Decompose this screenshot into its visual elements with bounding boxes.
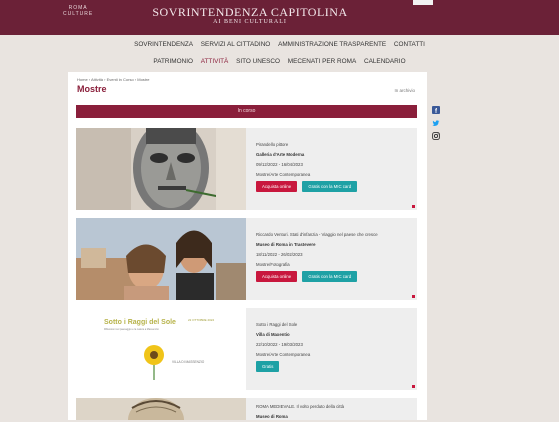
- exhibition-dates: 09/12/2022 - 16/04/2023: [256, 162, 303, 167]
- exhibition-image-venturi[interactable]: [76, 218, 246, 300]
- exhibition-image-medievale[interactable]: [76, 398, 246, 420]
- primary-nav: SOVRINTENDENZA SERVIZI AL CITTADINO AMMI…: [0, 38, 559, 52]
- nav-contatti[interactable]: CONTATTI: [394, 41, 425, 48]
- nav-attivita[interactable]: ATTIVITÀ: [201, 58, 229, 65]
- poster-title: Sotto i Raggi del Sole: [104, 319, 176, 326]
- buy-online-button[interactable]: Acquista online: [256, 271, 298, 282]
- page-title: Mostre: [77, 84, 107, 94]
- nav-patrimonio[interactable]: PATRIMONIO: [153, 58, 193, 65]
- poster-date: 22 OTTOBRE 2022: [188, 318, 214, 322]
- facebook-icon[interactable]: [432, 106, 440, 114]
- exhibition-card[interactable]: ROMA MEDIEVALE. Il volto perduto della c…: [76, 398, 417, 420]
- secondary-nav: PATRIMONIO ATTIVITÀ SITO UNESCO MECENATI…: [0, 55, 559, 69]
- roma-culture-logo[interactable]: ROMA CULTURE: [63, 5, 93, 17]
- logo-line2: CULTURE: [63, 11, 94, 17]
- nav-mecenati[interactable]: MECENATI PER ROMA: [288, 58, 356, 65]
- breadcrumb[interactable]: Home › Attività › Eventi in Corso › Most…: [77, 77, 149, 82]
- instagram-icon[interactable]: [432, 132, 440, 140]
- nav-amministrazione[interactable]: AMMINISTRAZIONE TRASPARENTE: [278, 41, 386, 48]
- nav-sito-unesco[interactable]: SITO UNESCO: [236, 58, 280, 65]
- exhibition-image-pirandello[interactable]: [76, 128, 246, 210]
- archive-link[interactable]: In archivio: [394, 88, 415, 93]
- exhibition-venue[interactable]: Museo di Roma: [256, 412, 344, 422]
- exhibition-info: Pirandello pittore Galleria d'Arte Moder…: [256, 140, 361, 192]
- site-title-line1: SOVRINTENDENZA CAPITOLINA: [152, 5, 348, 19]
- section-in-corso: In corso: [76, 105, 417, 118]
- exhibition-subtitle: Riccardo Venturi. Stati d'infanzia - Via…: [256, 232, 378, 237]
- exhibition-venue[interactable]: Galleria d'Arte Moderna: [256, 150, 361, 160]
- exhibition-info: ROMA MEDIEVALE. Il volto perduto della c…: [256, 402, 344, 422]
- poster-subtitle: Riflessioni sul paesaggio e la natura a …: [104, 328, 159, 331]
- header-utility-box[interactable]: [413, 0, 433, 5]
- exhibition-category: Mostre/Fotografia: [256, 262, 290, 267]
- site-header: ROMA CULTURE SOVRINTENDENZA CAPITOLINA A…: [0, 0, 559, 35]
- mic-card-button[interactable]: Gratis con la MIC card: [302, 271, 358, 282]
- exhibition-info: Riccardo Venturi. Stati d'infanzia - Via…: [256, 230, 378, 282]
- exhibition-card[interactable]: Pirandello pittore Galleria d'Arte Moder…: [76, 128, 417, 210]
- exhibition-subtitle: ROMA MEDIEVALE. Il volto perduto della c…: [256, 404, 345, 409]
- exhibition-image-sole[interactable]: Sotto i Raggi del Sole Riflessioni sul p…: [76, 308, 246, 390]
- exhibition-subtitle: Pirandello pittore: [256, 142, 289, 147]
- exhibition-venue[interactable]: Villa di Maxentio: [256, 330, 310, 340]
- nav-sovrintendenza[interactable]: SOVRINTENDENZA: [134, 41, 193, 48]
- exhibition-info: Sotto i Raggi del Sole Villa di Maxentio…: [256, 320, 310, 372]
- poster-venue: VILLA DI MASSENZIO: [172, 360, 205, 364]
- exhibition-category: Mostre/Arte Contemporanea: [256, 172, 311, 177]
- arrow-right-icon[interactable]: [412, 385, 415, 388]
- exhibition-subtitle: Sotto i Raggi del Sole: [256, 322, 298, 327]
- free-button[interactable]: Gratis: [256, 361, 280, 372]
- site-title[interactable]: SOVRINTENDENZA CAPITOLINA AI BENI CULTUR…: [150, 5, 350, 25]
- mic-card-button[interactable]: Gratis con la MIC card: [302, 181, 358, 192]
- nav-calendario[interactable]: CALENDARIO: [364, 58, 406, 65]
- arrow-right-icon[interactable]: [412, 295, 415, 298]
- nav-servizi[interactable]: SERVIZI AL CITTADINO: [201, 41, 270, 48]
- exhibition-card[interactable]: Riccardo Venturi. Stati d'infanzia - Via…: [76, 218, 417, 300]
- arrow-right-icon[interactable]: [412, 205, 415, 208]
- twitter-icon[interactable]: [432, 119, 440, 127]
- exhibition-category: Mostre/Arte Contemporanea: [256, 352, 311, 357]
- main-content: Home › Attività › Eventi in Corso › Most…: [68, 72, 427, 420]
- exhibition-card[interactable]: Sotto i Raggi del Sole Riflessioni sul p…: [76, 308, 417, 390]
- buy-online-button[interactable]: Acquista online: [256, 181, 298, 192]
- exhibition-dates: 22/10/2022 - 19/03/2023: [256, 342, 303, 347]
- exhibition-venue[interactable]: Museo di Roma in Trastevere: [256, 240, 378, 250]
- exhibition-dates: 18/11/2022 - 26/02/2023: [256, 252, 303, 257]
